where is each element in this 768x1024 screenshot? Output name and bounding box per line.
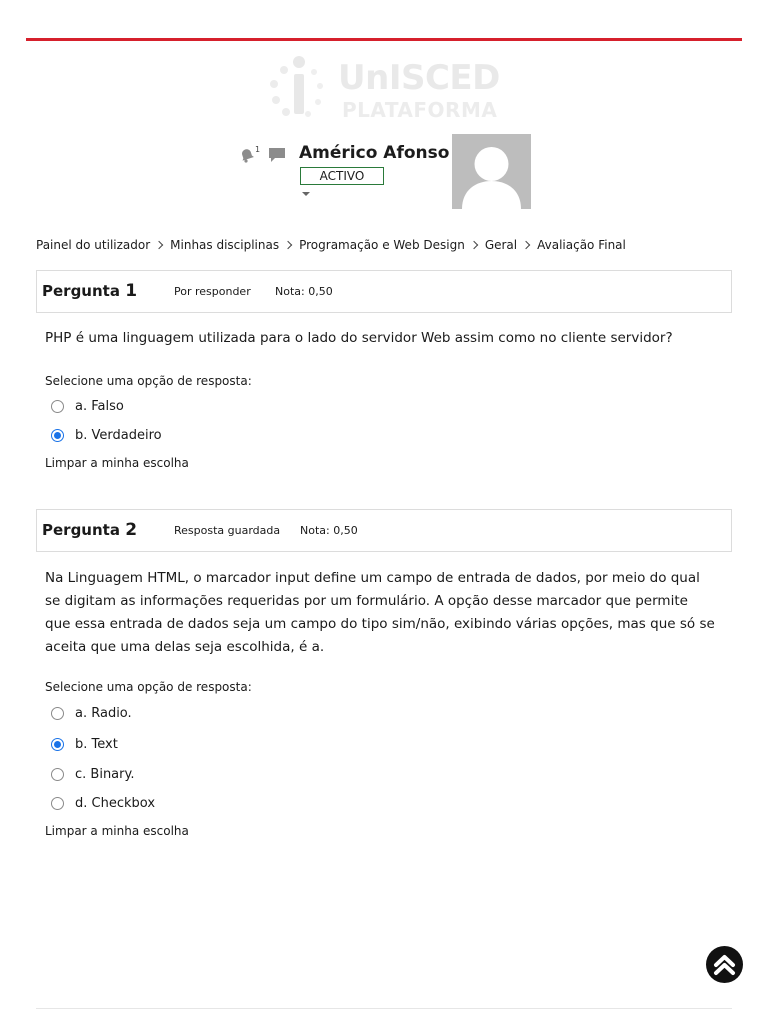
question-2-option-b[interactable]: b. Text: [51, 737, 118, 752]
question-1-option-a[interactable]: a. Falso: [51, 399, 124, 414]
breadcrumb-item-my-courses[interactable]: Minhas disciplinas: [170, 238, 279, 252]
question-2-prompt: Selecione uma opção de resposta:: [45, 680, 252, 694]
breadcrumb-item-course[interactable]: Programação e Web Design: [299, 238, 465, 252]
radio-button-selected[interactable]: [51, 429, 64, 442]
caret-down-icon[interactable]: [302, 192, 310, 196]
user-menu: 1 Américo Afonso ACTIVO: [236, 134, 536, 214]
question-1-header: Pergunta 1 Por responder Nota: 0,50: [36, 270, 732, 313]
radio-button[interactable]: [51, 768, 64, 781]
breadcrumb-item-section[interactable]: Geral: [485, 238, 517, 252]
question-2-option-c[interactable]: c. Binary.: [51, 767, 134, 782]
chevron-right-icon: [283, 240, 293, 250]
footer-divider: [36, 1008, 732, 1009]
question-2-grade: Nota: 0,50: [300, 524, 358, 537]
question-1-clear-choice[interactable]: Limpar a minha escolha: [45, 456, 189, 470]
question-2-option-a[interactable]: a. Radio.: [51, 706, 132, 721]
option-label: c. Binary.: [75, 767, 135, 782]
user-name[interactable]: Américo Afonso: [299, 143, 449, 163]
top-accent-rule: [26, 38, 742, 41]
bell-icon[interactable]: [238, 146, 256, 164]
question-1-state: Por responder: [174, 285, 251, 298]
breadcrumb-item-dashboard[interactable]: Painel do utilizador: [36, 238, 150, 252]
question-label: Pergunta: [42, 282, 120, 300]
question-2-clear-choice[interactable]: Limpar a minha escolha: [45, 824, 189, 838]
breadcrumb-item-quiz[interactable]: Avaliação Final: [537, 238, 626, 252]
question-2-state: Resposta guardada: [174, 524, 281, 537]
chevron-right-icon: [154, 240, 164, 250]
question-1-text: PHP é uma linguagem utilizada para o lad…: [45, 330, 673, 346]
radio-button[interactable]: [51, 797, 64, 810]
question-1-title: Pergunta 1: [42, 281, 137, 301]
logo-text-main: UnISCED: [338, 58, 500, 98]
logo-dots-icon: [270, 56, 323, 117]
option-label: a. Falso: [75, 399, 124, 414]
question-1-option-b[interactable]: b. Verdadeiro: [51, 428, 162, 443]
back-to-top-button[interactable]: [706, 946, 743, 983]
chat-icon[interactable]: [268, 146, 286, 164]
question-2-text: Na Linguagem HTML, o marcador input defi…: [45, 570, 715, 655]
question-2-header: Pergunta 2 Resposta guardada Nota: 0,50: [36, 509, 732, 552]
breadcrumb: Painel do utilizador Minhas disciplinas …: [36, 238, 626, 252]
chevron-up-icon: [714, 955, 735, 975]
option-label: b. Text: [75, 737, 118, 752]
site-logo[interactable]: UnISCED PLATAFORMA: [264, 52, 504, 124]
chevron-right-icon: [521, 240, 531, 250]
option-label: d. Checkbox: [75, 796, 156, 811]
default-user-icon: [462, 147, 521, 209]
question-number: 2: [125, 520, 138, 540]
avatar[interactable]: [452, 134, 531, 209]
question-2-title: Pergunta 2: [42, 520, 137, 540]
chevron-right-icon: [469, 240, 479, 250]
radio-button[interactable]: [51, 707, 64, 720]
question-1-grade: Nota: 0,50: [275, 285, 333, 298]
option-label: a. Radio.: [75, 706, 132, 721]
radio-button[interactable]: [51, 400, 64, 413]
notification-count: 1: [255, 145, 261, 154]
question-2-option-d[interactable]: d. Checkbox: [51, 796, 155, 811]
question-number: 1: [125, 281, 138, 301]
status-badge: ACTIVO: [300, 167, 384, 185]
question-1-prompt: Selecione uma opção de resposta:: [45, 374, 252, 388]
logo-text-sub: PLATAFORMA: [342, 98, 498, 122]
radio-button-selected[interactable]: [51, 738, 64, 751]
option-label: b. Verdadeiro: [75, 428, 162, 443]
question-label: Pergunta: [42, 521, 120, 539]
